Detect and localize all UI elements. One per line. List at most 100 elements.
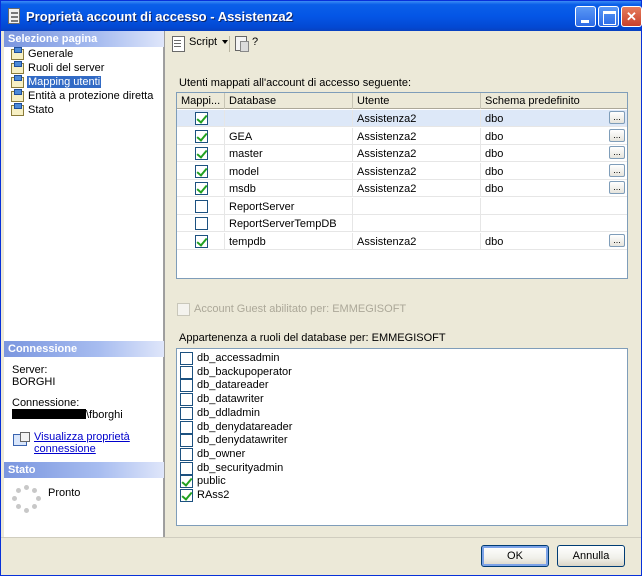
user-mapping-grid: Mappi... Database Utente Schema predefin… bbox=[176, 92, 628, 279]
browse-schema-button[interactable]: ... bbox=[609, 128, 625, 142]
script-dropdown-icon[interactable] bbox=[222, 40, 228, 44]
database-cell: tempdb bbox=[225, 232, 353, 250]
progress-spinner-icon bbox=[12, 485, 42, 515]
user-cell: Assistenza2 bbox=[353, 145, 481, 162]
mapping-row[interactable]: ReportServerTempDB bbox=[177, 215, 627, 232]
server-label: Server: bbox=[12, 364, 48, 376]
mapped-cell bbox=[177, 127, 225, 145]
close-button[interactable]: ✕ bbox=[621, 6, 642, 27]
nav-page-label: Mapping utenti bbox=[27, 76, 102, 88]
nav-page-item[interactable]: Entità a protezione diretta bbox=[10, 89, 154, 103]
nav-page-item[interactable]: Generale bbox=[10, 47, 74, 61]
col-mapped[interactable]: Mappi... bbox=[177, 93, 225, 109]
pane-divider bbox=[164, 31, 165, 537]
user-cell: Assistenza2 bbox=[353, 127, 481, 145]
browse-schema-button[interactable]: ... bbox=[609, 111, 625, 124]
mapping-row[interactable]: model Assistenza2 dbo... bbox=[177, 162, 627, 180]
schema-cell: dbo bbox=[485, 235, 504, 248]
role-name: db_owner bbox=[197, 447, 246, 460]
mapping-row[interactable]: master Assistenza2 dbo... bbox=[177, 145, 627, 162]
schema-cell: dbo bbox=[485, 148, 504, 160]
mapped-checkbox[interactable] bbox=[195, 199, 208, 213]
mapping-row[interactable]: tempdb Assistenza2 dbo... bbox=[177, 232, 627, 250]
nav-page-item[interactable]: Stato bbox=[10, 103, 55, 117]
server-value: BORGHI bbox=[12, 376, 56, 388]
role-name: db_denydatawriter bbox=[197, 434, 288, 447]
connection-label: Connessione: bbox=[12, 397, 80, 409]
role-checkbox[interactable] bbox=[180, 393, 193, 407]
page-icon bbox=[10, 103, 24, 116]
left-pane: Selezione pagina Generale Ruoli del serve… bbox=[4, 31, 164, 537]
mapped-checkbox[interactable] bbox=[195, 147, 208, 160]
role-checkbox[interactable] bbox=[180, 475, 193, 489]
mapped-cell bbox=[177, 162, 225, 180]
mapped-cell bbox=[177, 145, 225, 162]
title-bar: Proprietà account di accesso - Assistenz… bbox=[1, 1, 642, 31]
mapped-checkbox[interactable] bbox=[195, 182, 208, 195]
connection-header: Connessione bbox=[4, 341, 164, 357]
schema-cell: dbo bbox=[485, 130, 504, 143]
role-checkbox[interactable] bbox=[180, 352, 193, 365]
help-icon[interactable] bbox=[235, 36, 249, 52]
mapped-cell bbox=[177, 110, 225, 127]
status-header: Stato bbox=[4, 462, 164, 478]
minimize-button[interactable] bbox=[575, 6, 596, 27]
database-cell: model bbox=[225, 162, 353, 180]
col-schema[interactable]: Schema predefinito bbox=[481, 93, 627, 109]
mapped-cell bbox=[177, 197, 225, 215]
user-cell: Assistenza2 bbox=[353, 162, 481, 180]
script-button[interactable]: Script bbox=[189, 36, 217, 48]
nav-page-item[interactable]: Mapping utenti bbox=[10, 75, 102, 89]
mapping-row[interactable]: ReportServer bbox=[177, 197, 627, 215]
user-cell bbox=[353, 197, 481, 215]
role-name: db_datawriter bbox=[197, 393, 264, 406]
role-checkbox[interactable] bbox=[180, 406, 193, 420]
browse-schema-button[interactable]: ... bbox=[609, 146, 625, 159]
grid-header: Mappi... Database Utente Schema predefin… bbox=[177, 93, 627, 109]
role-checkbox[interactable] bbox=[180, 379, 193, 393]
col-database[interactable]: Database bbox=[225, 93, 353, 109]
role-name: RAss2 bbox=[197, 489, 230, 501]
guest-enabled-label: Account Guest abilitato per: EMMEGISOFT bbox=[194, 303, 407, 315]
mapped-checkbox[interactable] bbox=[195, 112, 208, 125]
role-checkbox[interactable] bbox=[180, 447, 193, 461]
maximize-button[interactable] bbox=[598, 6, 619, 27]
select-page-header: Selezione pagina bbox=[4, 31, 164, 47]
script-icon bbox=[171, 36, 187, 52]
mapped-checkbox[interactable] bbox=[195, 129, 208, 143]
user-cell: Assistenza2 bbox=[353, 110, 481, 127]
view-connection-properties-link-2[interactable]: connessione bbox=[34, 443, 96, 455]
role-checkbox[interactable] bbox=[180, 489, 193, 502]
cancel-button[interactable]: Annulla bbox=[557, 545, 625, 567]
nav-page-item[interactable]: Ruoli del server bbox=[10, 61, 105, 75]
browse-schema-button[interactable]: ... bbox=[609, 163, 625, 177]
database-cell: GEA bbox=[225, 127, 353, 145]
page-icon bbox=[10, 61, 24, 74]
role-checkbox[interactable] bbox=[180, 420, 193, 434]
mapping-row[interactable]: Assistenza2 dbo... bbox=[177, 110, 627, 127]
browse-schema-button[interactable]: ... bbox=[609, 233, 625, 247]
mapped-checkbox[interactable] bbox=[195, 234, 208, 248]
connection-value-line: \fborghi bbox=[12, 409, 123, 421]
database-cell: ReportServerTempDB bbox=[225, 215, 353, 232]
mapping-row[interactable]: msdb Assistenza2 dbo... bbox=[177, 180, 627, 197]
database-cell: master bbox=[225, 145, 353, 162]
help-button[interactable]: ? bbox=[252, 36, 258, 48]
role-checkbox[interactable] bbox=[180, 461, 193, 475]
nav-page-label: Generale bbox=[28, 48, 74, 60]
redacted-block bbox=[12, 409, 86, 419]
role-name: db_backupoperator bbox=[197, 365, 292, 378]
status-value: Pronto bbox=[48, 487, 81, 499]
col-user[interactable]: Utente bbox=[353, 93, 481, 109]
mapped-cell bbox=[177, 180, 225, 197]
mapped-checkbox[interactable] bbox=[195, 164, 208, 178]
role-checkbox[interactable] bbox=[180, 365, 193, 379]
mapping-row[interactable]: GEA Assistenza2 dbo... bbox=[177, 127, 627, 145]
browse-schema-button[interactable]: ... bbox=[609, 181, 625, 194]
mapped-checkbox[interactable] bbox=[195, 217, 208, 230]
app-icon bbox=[8, 8, 20, 24]
ok-button[interactable]: OK bbox=[481, 545, 549, 567]
view-connection-properties-link[interactable]: Visualizza proprietà bbox=[34, 431, 130, 443]
mapped-cell bbox=[177, 232, 225, 250]
role-checkbox[interactable] bbox=[180, 434, 193, 448]
